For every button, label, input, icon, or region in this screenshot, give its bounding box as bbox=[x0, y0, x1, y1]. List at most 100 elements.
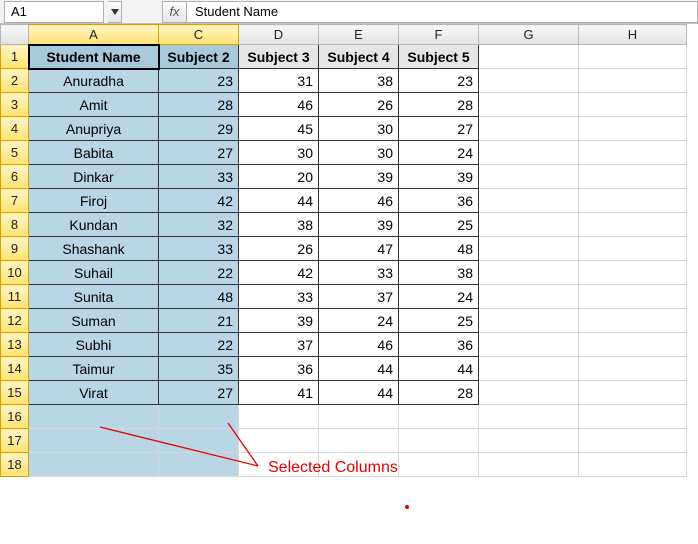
name-box-dropdown[interactable] bbox=[108, 1, 122, 23]
cell-E10[interactable]: 33 bbox=[319, 261, 399, 285]
cell-G10[interactable] bbox=[479, 261, 579, 285]
cell-A10[interactable]: Suhail bbox=[29, 261, 159, 285]
cell-A15[interactable]: Virat bbox=[29, 381, 159, 405]
cell-D14[interactable]: 36 bbox=[239, 357, 319, 381]
cell-A6[interactable]: Dinkar bbox=[29, 165, 159, 189]
cell-G3[interactable] bbox=[479, 93, 579, 117]
cell-F11[interactable]: 24 bbox=[399, 285, 479, 309]
cell-A13[interactable]: Subhi bbox=[29, 333, 159, 357]
cell-E13[interactable]: 46 bbox=[319, 333, 399, 357]
cell-E12[interactable]: 24 bbox=[319, 309, 399, 333]
row-header-12[interactable]: 12 bbox=[1, 309, 29, 333]
cell-D12[interactable]: 39 bbox=[239, 309, 319, 333]
row-header-15[interactable]: 15 bbox=[1, 381, 29, 405]
cell-F4[interactable]: 27 bbox=[399, 117, 479, 141]
cell-D6[interactable]: 20 bbox=[239, 165, 319, 189]
cell-E17[interactable] bbox=[319, 429, 399, 453]
insert-function-button[interactable]: fx bbox=[162, 1, 186, 23]
cell-F12[interactable]: 25 bbox=[399, 309, 479, 333]
cell-F18[interactable] bbox=[399, 453, 479, 477]
cell-A18[interactable] bbox=[29, 453, 159, 477]
cell-G12[interactable] bbox=[479, 309, 579, 333]
row-header-6[interactable]: 6 bbox=[1, 165, 29, 189]
cell-E7[interactable]: 46 bbox=[319, 189, 399, 213]
cell-H16[interactable] bbox=[579, 405, 687, 429]
cell-H18[interactable] bbox=[579, 453, 687, 477]
cell-G14[interactable] bbox=[479, 357, 579, 381]
cell-D9[interactable]: 26 bbox=[239, 237, 319, 261]
cell-G1[interactable] bbox=[479, 45, 579, 69]
cell-C17[interactable] bbox=[159, 429, 239, 453]
cell-G16[interactable] bbox=[479, 405, 579, 429]
row-header-1[interactable]: 1 bbox=[1, 45, 29, 69]
column-header-E[interactable]: E bbox=[319, 25, 399, 45]
cell-A1[interactable]: Student Name bbox=[29, 45, 159, 69]
cell-C8[interactable]: 32 bbox=[159, 213, 239, 237]
cell-G15[interactable] bbox=[479, 381, 579, 405]
cell-A7[interactable]: Firoj bbox=[29, 189, 159, 213]
cell-H9[interactable] bbox=[579, 237, 687, 261]
row-header-7[interactable]: 7 bbox=[1, 189, 29, 213]
row-header-18[interactable]: 18 bbox=[1, 453, 29, 477]
cell-E3[interactable]: 26 bbox=[319, 93, 399, 117]
cell-A11[interactable]: Sunita bbox=[29, 285, 159, 309]
cell-C12[interactable]: 21 bbox=[159, 309, 239, 333]
cell-F5[interactable]: 24 bbox=[399, 141, 479, 165]
cell-G2[interactable] bbox=[479, 69, 579, 93]
row-header-5[interactable]: 5 bbox=[1, 141, 29, 165]
cell-A2[interactable]: Anuradha bbox=[29, 69, 159, 93]
cell-C16[interactable] bbox=[159, 405, 239, 429]
cell-F13[interactable]: 36 bbox=[399, 333, 479, 357]
column-header-C[interactable]: C bbox=[159, 25, 239, 45]
cell-A8[interactable]: Kundan bbox=[29, 213, 159, 237]
formula-input[interactable]: Student Name bbox=[186, 1, 698, 23]
row-header-4[interactable]: 4 bbox=[1, 117, 29, 141]
cell-E9[interactable]: 47 bbox=[319, 237, 399, 261]
cell-A9[interactable]: Shashank bbox=[29, 237, 159, 261]
cell-D3[interactable]: 46 bbox=[239, 93, 319, 117]
cell-H5[interactable] bbox=[579, 141, 687, 165]
column-header-D[interactable]: D bbox=[239, 25, 319, 45]
cell-H12[interactable] bbox=[579, 309, 687, 333]
spreadsheet-grid[interactable]: ACDEFGH1Student NameSubject 2Subject 3Su… bbox=[0, 24, 687, 477]
cell-G7[interactable] bbox=[479, 189, 579, 213]
cell-D1[interactable]: Subject 3 bbox=[239, 45, 319, 69]
name-box[interactable]: A1 bbox=[4, 1, 104, 23]
row-header-14[interactable]: 14 bbox=[1, 357, 29, 381]
row-header-2[interactable]: 2 bbox=[1, 69, 29, 93]
cell-D16[interactable] bbox=[239, 405, 319, 429]
cell-A17[interactable] bbox=[29, 429, 159, 453]
cell-E1[interactable]: Subject 4 bbox=[319, 45, 399, 69]
cell-C18[interactable] bbox=[159, 453, 239, 477]
cell-F2[interactable]: 23 bbox=[399, 69, 479, 93]
cell-C13[interactable]: 22 bbox=[159, 333, 239, 357]
cell-H17[interactable] bbox=[579, 429, 687, 453]
cell-F14[interactable]: 44 bbox=[399, 357, 479, 381]
cell-H7[interactable] bbox=[579, 189, 687, 213]
cell-G8[interactable] bbox=[479, 213, 579, 237]
row-header-9[interactable]: 9 bbox=[1, 237, 29, 261]
cell-C14[interactable]: 35 bbox=[159, 357, 239, 381]
cell-F7[interactable]: 36 bbox=[399, 189, 479, 213]
cell-H15[interactable] bbox=[579, 381, 687, 405]
cell-F16[interactable] bbox=[399, 405, 479, 429]
row-header-16[interactable]: 16 bbox=[1, 405, 29, 429]
cell-F6[interactable]: 39 bbox=[399, 165, 479, 189]
cell-H6[interactable] bbox=[579, 165, 687, 189]
cell-D15[interactable]: 41 bbox=[239, 381, 319, 405]
cell-C10[interactable]: 22 bbox=[159, 261, 239, 285]
select-all-corner[interactable] bbox=[1, 25, 29, 45]
cell-G18[interactable] bbox=[479, 453, 579, 477]
cell-A4[interactable]: Anupriya bbox=[29, 117, 159, 141]
cell-C1[interactable]: Subject 2 bbox=[159, 45, 239, 69]
cell-G4[interactable] bbox=[479, 117, 579, 141]
cell-A16[interactable] bbox=[29, 405, 159, 429]
cell-G13[interactable] bbox=[479, 333, 579, 357]
column-header-H[interactable]: H bbox=[579, 25, 687, 45]
row-header-3[interactable]: 3 bbox=[1, 93, 29, 117]
cell-D13[interactable]: 37 bbox=[239, 333, 319, 357]
row-header-17[interactable]: 17 bbox=[1, 429, 29, 453]
cell-C15[interactable]: 27 bbox=[159, 381, 239, 405]
cell-H1[interactable] bbox=[579, 45, 687, 69]
cell-C7[interactable]: 42 bbox=[159, 189, 239, 213]
